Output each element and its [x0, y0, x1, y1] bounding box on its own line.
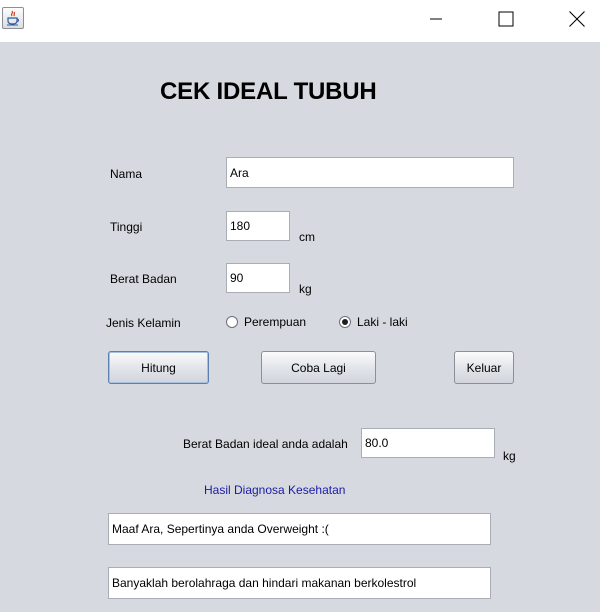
diagnosis-output[interactable] — [108, 513, 491, 545]
radio-selected-dot — [342, 319, 348, 325]
tinggi-label: Tinggi — [110, 220, 143, 234]
keluar-button[interactable]: Keluar — [454, 351, 514, 384]
ideal-weight-output[interactable] — [361, 428, 495, 458]
berat-label: Berat Badan — [110, 272, 177, 286]
page-title: CEK IDEAL TUBUH — [160, 78, 377, 105]
close-button[interactable] — [554, 0, 600, 38]
form-panel: CEK IDEAL TUBUH Nama Tinggi cm Berat Bad… — [0, 42, 600, 612]
hitung-button[interactable]: Hitung — [108, 351, 209, 384]
minimize-icon — [430, 18, 442, 20]
radio-perempuan[interactable]: Perempuan — [226, 313, 306, 331]
java-coffee-icon[interactable] — [2, 7, 24, 29]
radio-perempuan-label: Perempuan — [244, 315, 307, 329]
radio-circle[interactable] — [226, 316, 238, 328]
diagnosis-title: Hasil Diagnosa Kesehatan — [204, 483, 346, 497]
tinggi-input[interactable] — [226, 211, 290, 241]
tinggi-unit: cm — [299, 230, 315, 244]
radio-laki-laki[interactable]: Laki - laki — [339, 313, 408, 331]
radio-circle-selected[interactable] — [339, 316, 351, 328]
ideal-weight-label: Berat Badan ideal anda adalah — [183, 437, 348, 451]
gender-label: Jenis Kelamin — [106, 316, 181, 330]
nama-input[interactable] — [226, 157, 514, 188]
title-bar — [0, 0, 600, 42]
berat-unit: kg — [299, 282, 312, 296]
coba-lagi-button[interactable]: Coba Lagi — [261, 351, 376, 384]
minimize-button[interactable] — [413, 0, 459, 38]
ideal-weight-unit: kg — [503, 449, 516, 463]
advice-output[interactable] — [108, 567, 491, 599]
berat-input[interactable] — [226, 263, 290, 293]
close-icon — [569, 11, 585, 27]
maximize-icon — [498, 11, 514, 27]
radio-laki-laki-label: Laki - laki — [357, 315, 408, 329]
nama-label: Nama — [110, 167, 143, 181]
maximize-button[interactable] — [483, 0, 529, 38]
